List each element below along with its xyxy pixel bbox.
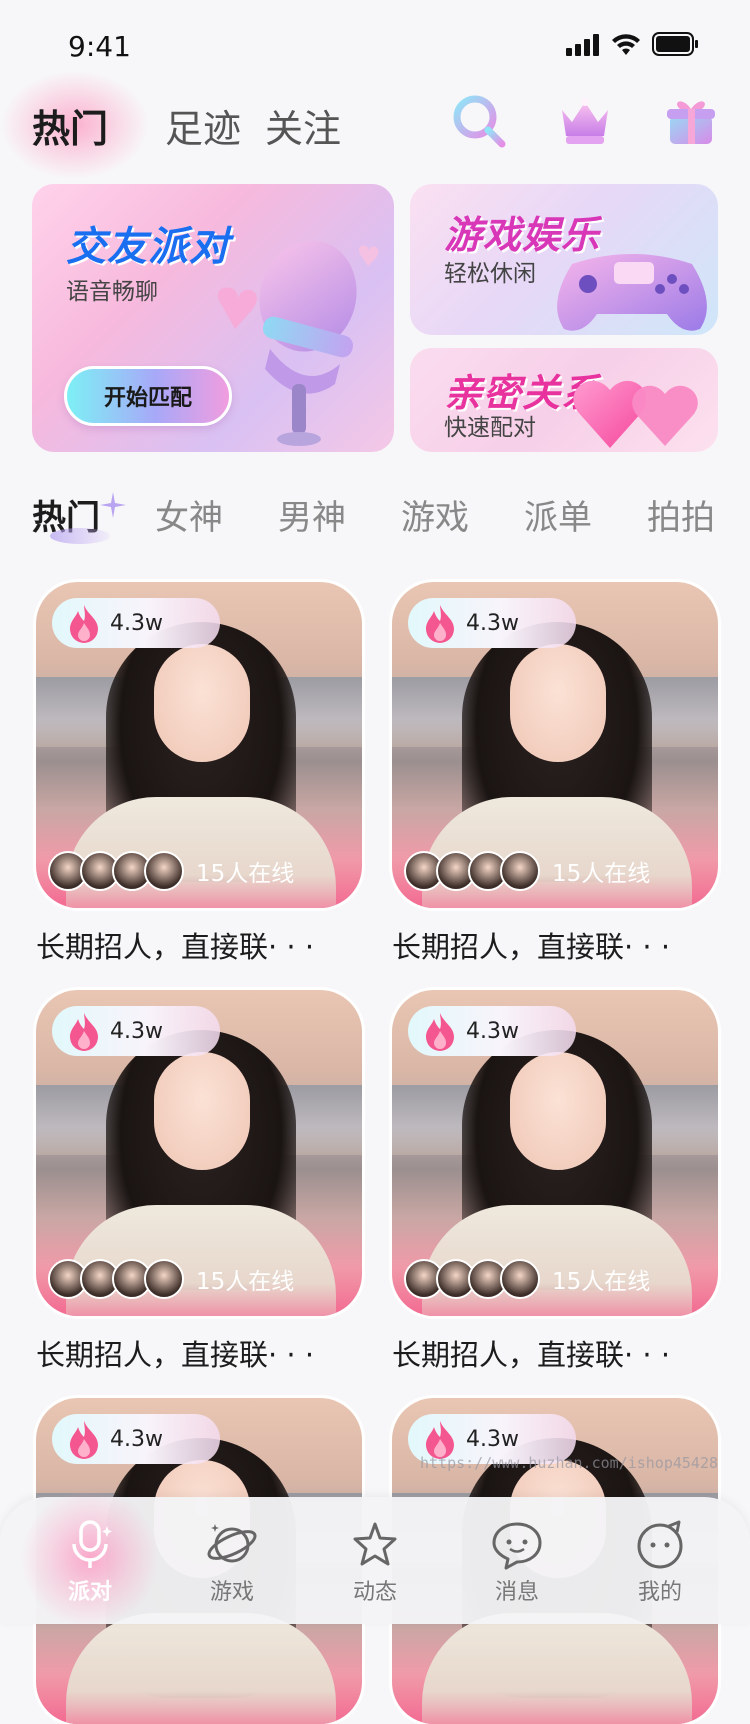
heat-badge: 4.3w [408, 1006, 576, 1056]
tab-following[interactable]: 关注 [265, 98, 341, 153]
category-dispatch[interactable]: 派单 [524, 490, 592, 539]
avatar [144, 851, 184, 891]
heat-value: 4.3w [466, 1018, 519, 1044]
nav-label: 游戏 [209, 1580, 254, 1605]
microphone-icon [72, 1520, 112, 1568]
gamepad-illustration [557, 254, 707, 331]
heat-badge: 4.3w [408, 598, 576, 648]
start-match-button[interactable]: 开始匹配 [64, 366, 232, 426]
microphone-illustration [217, 240, 379, 446]
wifi-icon [612, 34, 640, 55]
heat-value: 4.3w [110, 1018, 163, 1044]
hearts-illustration [573, 380, 698, 448]
room-title: 长期招人，直接联· · · [36, 930, 315, 964]
crown-icon[interactable] [556, 92, 614, 150]
status-time: 9:41 [68, 30, 131, 63]
party-banner-title: 交友派对 [66, 224, 230, 270]
party-banner-subtitle: 语音畅聊 [66, 279, 158, 305]
chat-icon [492, 1522, 542, 1570]
online-users: 15人在线 [48, 1258, 294, 1300]
avatar [500, 851, 540, 891]
room-card[interactable]: 4.3w 15人在线 长期招人，直接联· · · [392, 582, 718, 964]
heat-value: 4.3w [110, 1426, 163, 1452]
room-title: 长期招人，直接联· · · [392, 1338, 671, 1372]
active-category-indicator [50, 528, 110, 544]
category-god[interactable]: 男神 [278, 490, 346, 539]
room-cover: 4.3w 15人在线 [392, 990, 718, 1316]
avatar [500, 1259, 540, 1299]
sparkle-icon [100, 492, 126, 518]
profile-icon [637, 1520, 683, 1569]
intimate-banner-subtitle: 快速配对 [444, 415, 536, 441]
banner-intimate[interactable]: 亲密关系 快速配对 [410, 348, 718, 452]
banner-party[interactable]: 交友派对 语音畅聊 开始匹配 [32, 184, 394, 452]
banner-game[interactable]: 游戏娱乐 轻松休闲 [410, 184, 718, 335]
room-cover: 4.3w 15人在线 [36, 582, 362, 908]
room-card[interactable]: 4.3w 15人在线 长期招人，直接联· · · [36, 990, 362, 1372]
category-game[interactable]: 游戏 [401, 490, 469, 539]
watermark: https://www.huzhan.com/ishop45428 [420, 1454, 719, 1472]
fire-icon [70, 1013, 98, 1051]
fire-icon [426, 1013, 454, 1051]
heat-value: 4.3w [110, 610, 163, 636]
game-banner-subtitle: 轻松休闲 [444, 261, 536, 287]
room-cover: 4.3w 15人在线 [36, 990, 362, 1316]
nav-label: 我的 [637, 1580, 682, 1605]
nav-label: 派对 [67, 1580, 112, 1605]
nav-messages[interactable]: 消息 [467, 1518, 567, 1606]
nav-game[interactable]: 游戏 [182, 1518, 282, 1606]
room-title: 长期招人，直接联· · · [392, 930, 671, 964]
online-users: 15人在线 [48, 850, 294, 892]
tab-footprints[interactable]: 足迹 [165, 98, 241, 153]
nav-label: 动态 [352, 1580, 397, 1605]
room-card[interactable]: 4.3w 15人在线 长期招人，直接联· · · [36, 582, 362, 964]
signal-icon [566, 34, 602, 56]
fire-icon [70, 605, 98, 643]
nav-label: 消息 [494, 1580, 539, 1605]
category-goddess[interactable]: 女神 [155, 490, 223, 539]
online-users: 15人在线 [404, 850, 650, 892]
battery-icon [652, 32, 698, 56]
room-card[interactable]: 4.3w 15人在线 长期招人，直接联· · · [392, 990, 718, 1372]
heat-value: 4.3w [466, 610, 519, 636]
fire-icon [426, 1421, 454, 1459]
online-count: 15人在线 [552, 1269, 651, 1295]
online-users: 15人在线 [404, 1258, 650, 1300]
online-count: 15人在线 [196, 861, 295, 887]
heat-badge: 4.3w [52, 598, 220, 648]
gift-icon[interactable] [662, 92, 720, 150]
nav-moments[interactable]: 动态 [325, 1518, 425, 1606]
fire-icon [70, 1421, 98, 1459]
planet-icon [207, 1524, 257, 1563]
heat-value: 4.3w [466, 1426, 519, 1452]
tab-hot[interactable]: 热门 [32, 98, 108, 153]
room-cover: 4.3w 15人在线 [392, 582, 718, 908]
online-count: 15人在线 [196, 1269, 295, 1295]
star-icon [353, 1522, 397, 1566]
online-count: 15人在线 [552, 861, 651, 887]
heat-badge: 4.3w [52, 1414, 220, 1464]
heat-badge: 4.3w [52, 1006, 220, 1056]
search-icon[interactable] [450, 92, 508, 150]
fire-icon [426, 605, 454, 643]
avatar [144, 1259, 184, 1299]
category-photo[interactable]: 拍拍 [647, 490, 715, 539]
room-title: 长期招人，直接联· · · [36, 1338, 315, 1372]
nav-profile[interactable]: 我的 [610, 1518, 710, 1606]
nav-party[interactable]: 派对 [40, 1518, 140, 1606]
